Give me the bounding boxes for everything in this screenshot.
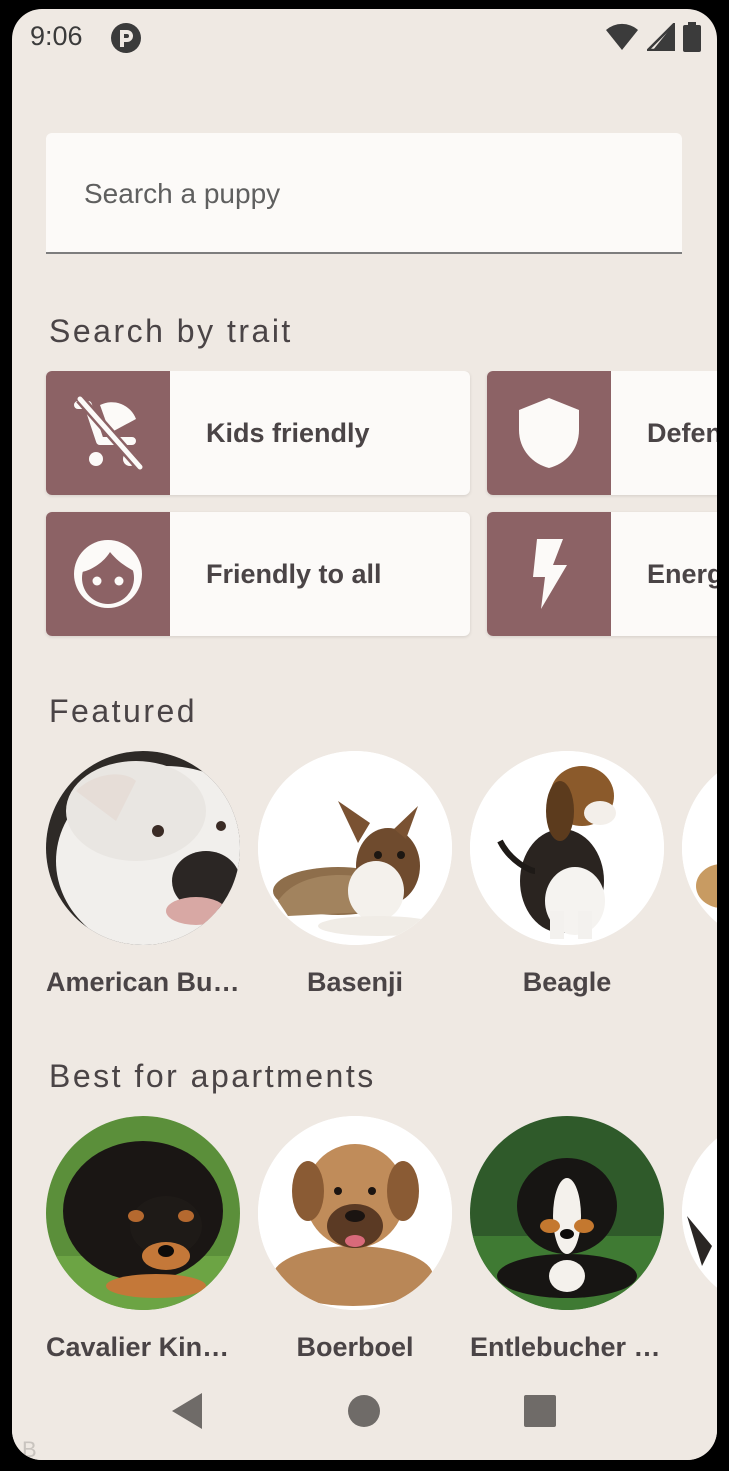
- apartment-breed-tile[interactable]: Cavalier King Charles Spaniel: [46, 1116, 240, 1362]
- featured-breed-tile[interactable]: [682, 751, 717, 967]
- home-circle-icon: [348, 1395, 380, 1427]
- breed-name: Entlebucher Mountain Dog: [470, 1332, 664, 1362]
- entlebucher-photo: [470, 1116, 664, 1310]
- boerboel-photo: [258, 1116, 452, 1310]
- trait-icon-box: [46, 371, 170, 495]
- home-button[interactable]: [342, 1389, 386, 1433]
- apartments-section-title: Best for apartments: [49, 1058, 376, 1094]
- trait-label: Energetic: [647, 559, 717, 589]
- beagle-photo: [470, 751, 664, 945]
- breed-name: Beagle: [522, 967, 612, 997]
- featured-row: American Bulldog Basenji: [12, 751, 717, 1011]
- trait-card-defensive[interactable]: Defensive: [487, 371, 717, 495]
- shield-icon: [519, 398, 579, 468]
- breed-name: Cavalier King Charles Spaniel: [46, 1332, 240, 1362]
- breed-photo: [682, 1116, 717, 1310]
- search-input[interactable]: [82, 173, 646, 215]
- traits-section-title: Search by trait: [49, 313, 293, 349]
- breed-photo: [470, 1116, 664, 1310]
- trait-icon-box: [487, 371, 611, 495]
- traits-grid: Kids friendly Defensive Friendly to: [12, 371, 717, 641]
- status-bar: 9:06: [12, 9, 717, 65]
- cell-signal-icon: [647, 23, 675, 51]
- breed-name: American Bulldog: [46, 967, 240, 997]
- battery-icon: [683, 22, 701, 52]
- trait-card-kids-friendly[interactable]: Kids friendly: [46, 371, 470, 495]
- apartment-breed-tile[interactable]: Entlebucher Mountain Dog: [470, 1116, 664, 1362]
- trait-label: Defensive: [647, 418, 717, 448]
- dog-photo: [682, 1116, 717, 1310]
- breed-photo: [46, 1116, 240, 1310]
- apartment-breed-tile[interactable]: Boerboel: [258, 1116, 452, 1362]
- app-notification-icon: [111, 23, 141, 53]
- trait-icon-box: [487, 512, 611, 636]
- app-screen: 9:06 Search by trait: [12, 9, 717, 1460]
- apartment-breed-tile[interactable]: [682, 1116, 717, 1332]
- recents-square-icon: [524, 1395, 556, 1427]
- navigation-bar: [12, 1369, 717, 1460]
- search-field[interactable]: [46, 133, 682, 254]
- breed-photo: [470, 751, 664, 945]
- face-icon: [74, 540, 142, 608]
- lightning-bolt-icon: [533, 539, 567, 609]
- dog-photo: [682, 751, 717, 945]
- breed-photo: [46, 751, 240, 945]
- american-bulldog-photo: [46, 751, 240, 945]
- featured-breed-tile[interactable]: Beagle: [470, 751, 664, 998]
- breed-name: Basenji: [306, 967, 404, 997]
- back-button[interactable]: [165, 1389, 209, 1433]
- trait-card-friendly-to-all[interactable]: Friendly to all: [46, 512, 470, 636]
- status-time: 9:06: [30, 21, 83, 51]
- apartments-row: Cavalier King Charles Spaniel Boerboel: [12, 1116, 717, 1362]
- cavalier-photo: [46, 1116, 240, 1310]
- back-triangle-icon: [172, 1393, 202, 1429]
- trait-label: Friendly to all: [206, 559, 382, 589]
- trait-label: Kids friendly: [206, 418, 370, 448]
- featured-breed-tile[interactable]: Basenji: [258, 751, 452, 998]
- recents-button[interactable]: [518, 1389, 562, 1433]
- breed-photo: [258, 1116, 452, 1310]
- breed-photo: [258, 751, 452, 945]
- breed-name: Boerboel: [296, 1332, 414, 1362]
- basenji-photo: [258, 751, 452, 945]
- no-stroller-icon: [74, 395, 144, 471]
- corner-text: B: [22, 1437, 37, 1460]
- wifi-icon: [606, 23, 638, 50]
- trait-icon-box: [46, 512, 170, 636]
- featured-section-title: Featured: [49, 693, 198, 729]
- breed-photo: [682, 751, 717, 945]
- status-icons: [605, 21, 701, 53]
- featured-breed-tile[interactable]: American Bulldog: [46, 751, 240, 998]
- trait-card-energetic[interactable]: Energetic: [487, 512, 717, 636]
